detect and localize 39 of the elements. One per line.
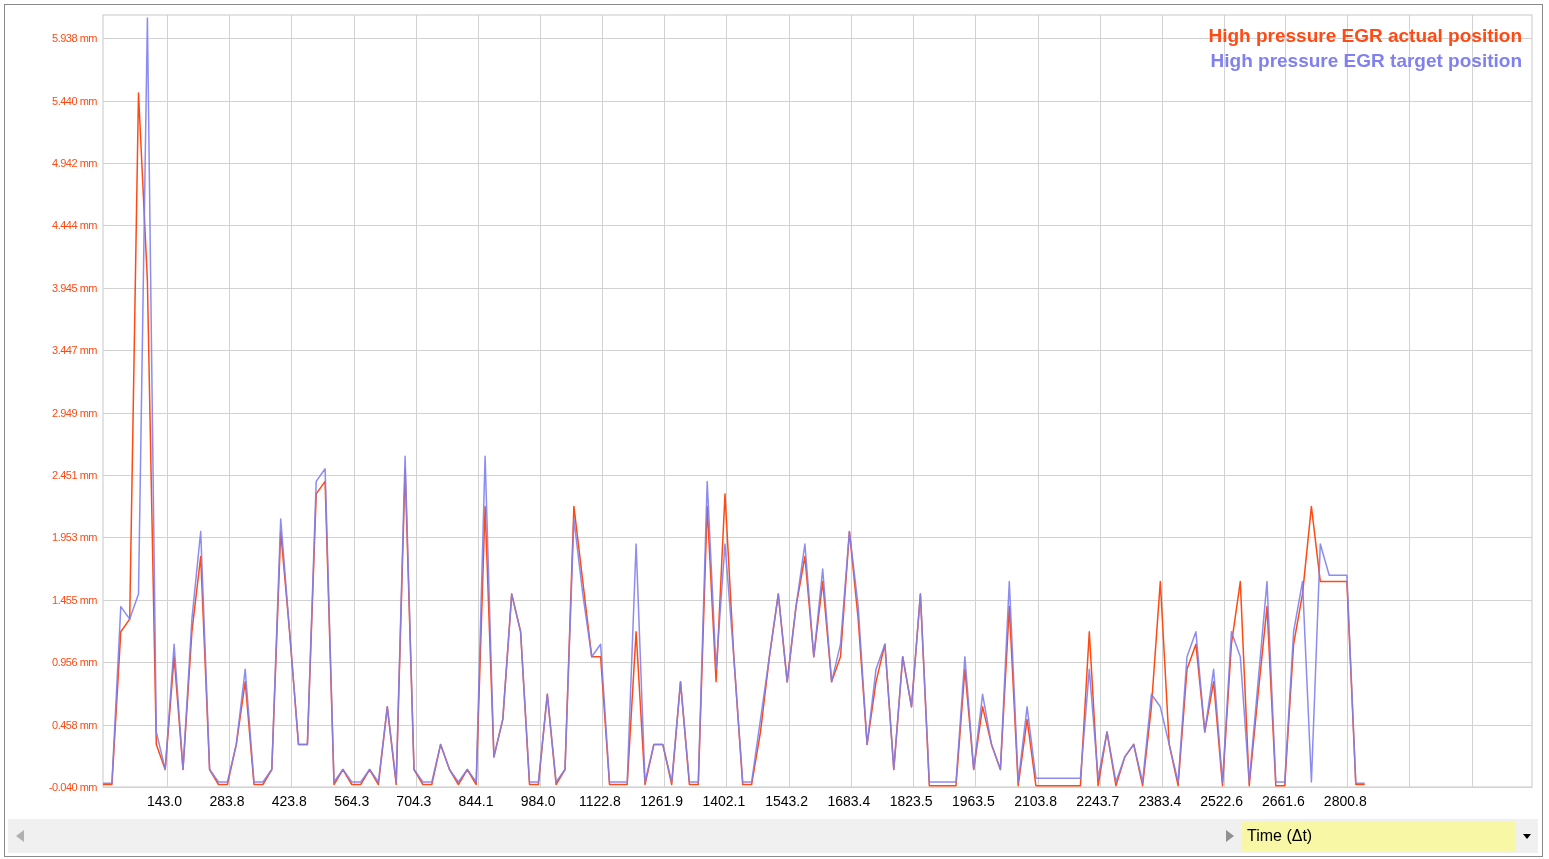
axis-tick-label: 3.945 mm xyxy=(52,281,97,294)
axis-tick-label: 564.3 xyxy=(334,793,370,809)
axis-tick-label: 283.8 xyxy=(209,793,245,809)
legend-label: High pressure EGR actual position xyxy=(1208,25,1522,46)
axis-tick-label: 2522.6 xyxy=(1200,793,1244,809)
axis-tick-label: 844.1 xyxy=(458,793,494,809)
axis-tick-label: 1963.5 xyxy=(951,793,995,809)
axis-tick-label: 0.956 mm xyxy=(52,656,97,669)
axis-tick-label: 2103.8 xyxy=(1014,793,1058,809)
axis-tick-label: 1261.9 xyxy=(640,793,683,809)
axis-tick-label: 2.451 mm xyxy=(52,468,97,481)
axis-tick-label: -0.040 mm xyxy=(48,781,97,793)
axis-tick-label: 984.0 xyxy=(520,793,556,809)
axis-tick-label: 2800.8 xyxy=(1323,793,1367,809)
caret-icon xyxy=(1523,833,1531,839)
legend-label: High pressure EGR target position xyxy=(1210,50,1522,71)
axis-tick-label: 2243.7 xyxy=(1076,793,1120,809)
scroll-left-icon[interactable] xyxy=(16,830,24,842)
axis-tick-label: 1122.8 xyxy=(578,793,621,809)
axis-tick-label: 143.0 xyxy=(147,793,183,809)
axis-tick-label: 2.949 mm xyxy=(52,406,97,419)
axis-field[interactable]: Time (Δt) xyxy=(1242,821,1516,851)
axis-tick-label: 5.938 mm xyxy=(52,32,97,45)
axis-tick-label: 2661.6 xyxy=(1262,793,1305,809)
axis-tick-label: 1823.5 xyxy=(889,793,933,809)
axis-tick-label: 4.444 mm xyxy=(52,219,97,232)
scroll-right-icon[interactable] xyxy=(1226,830,1234,842)
axis-tick-label: 704.3 xyxy=(396,793,432,809)
axis-tick-label: 1.455 mm xyxy=(52,593,97,606)
axis-tick-label: 3.447 mm xyxy=(52,344,97,357)
axis-tick-label: 1402.1 xyxy=(702,793,746,809)
axis-tick-label: 1543.2 xyxy=(765,793,808,809)
axis-tick-label: 0.458 mm xyxy=(52,718,97,731)
axis-tick-label: 1683.4 xyxy=(827,793,871,809)
axis-tick-label: 2383.4 xyxy=(1138,793,1182,809)
axis-tick-label: 4.942 mm xyxy=(52,156,97,169)
axis-tick-label: 5.440 mm xyxy=(52,94,97,107)
axis-tick-label: 1.953 mm xyxy=(52,531,97,544)
axis-tick-label: 423.8 xyxy=(271,793,307,809)
